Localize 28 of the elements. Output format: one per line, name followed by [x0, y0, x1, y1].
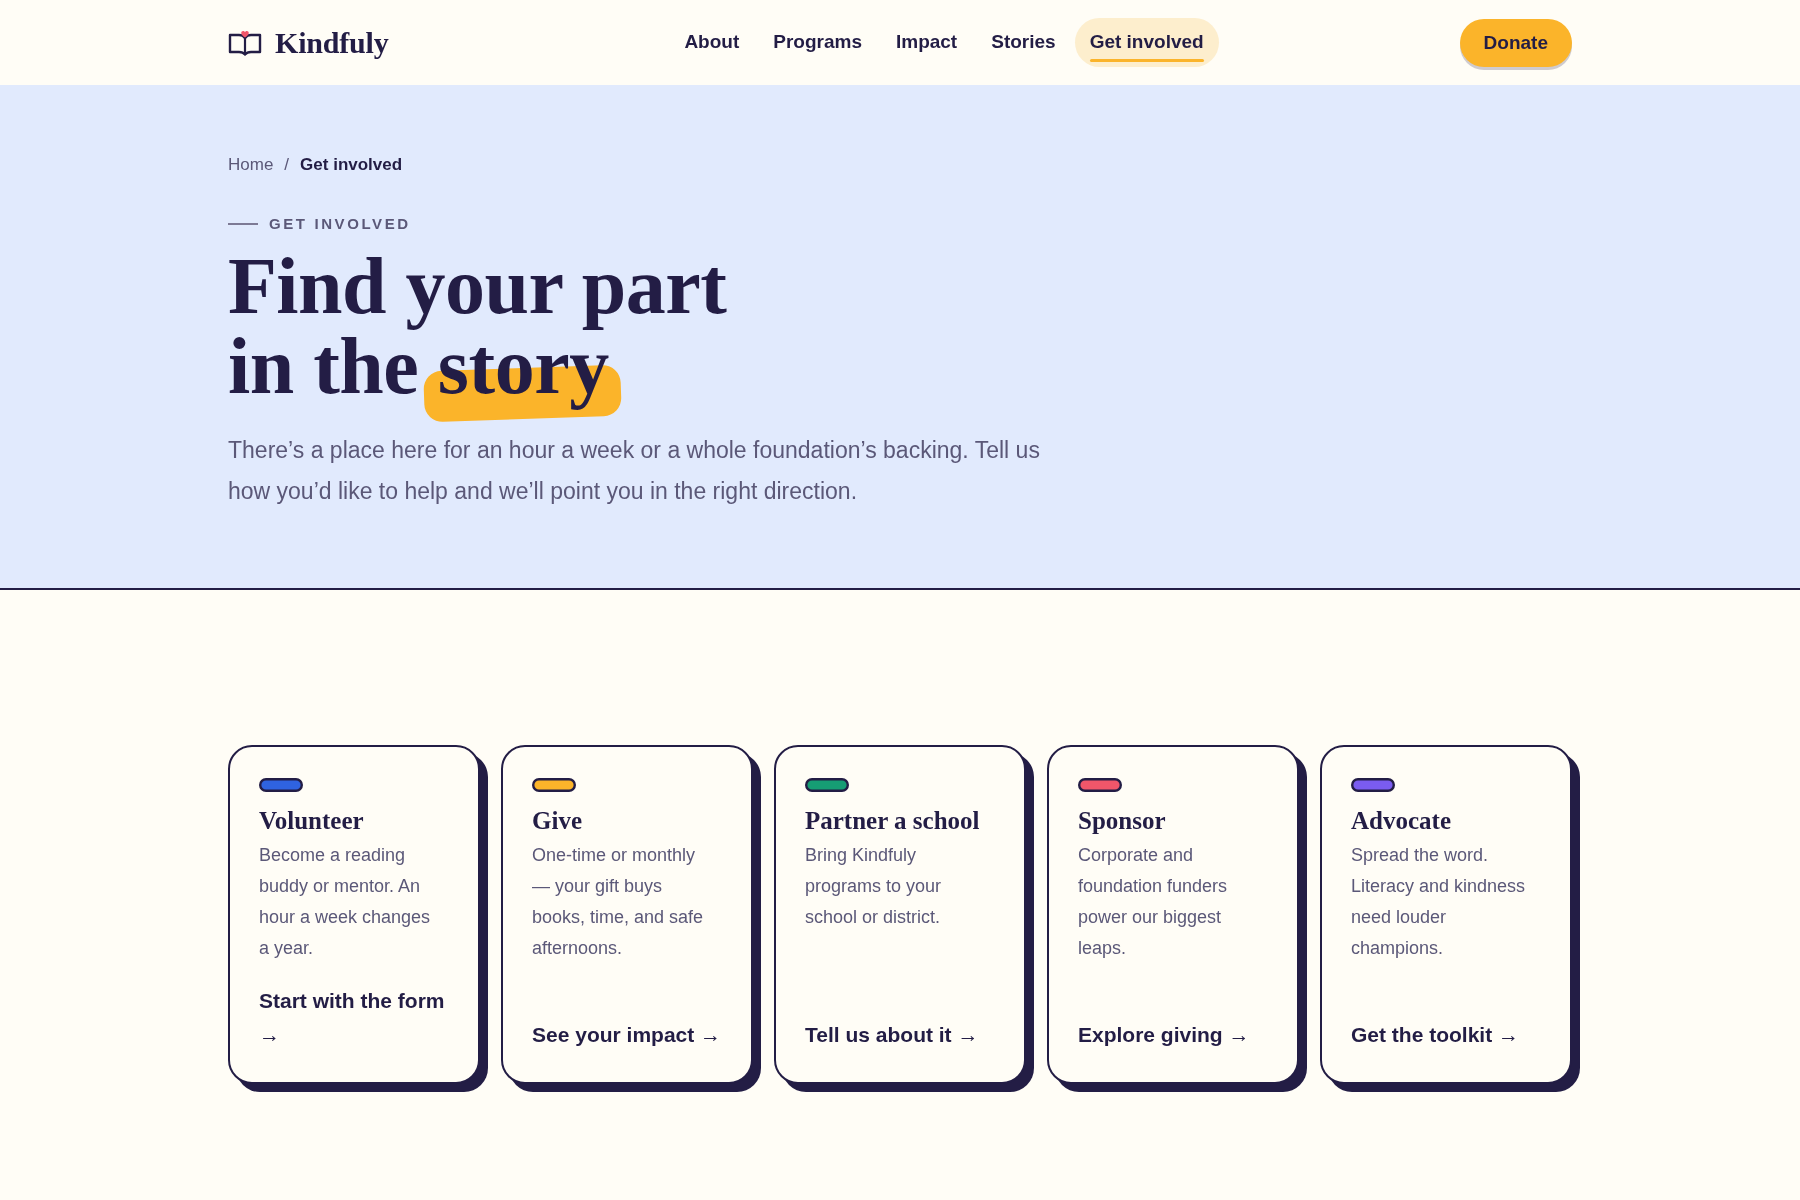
card-title: Sponsor	[1078, 806, 1167, 836]
breadcrumb-link[interactable]: Home	[228, 155, 274, 175]
current-page-label: Get involved	[300, 155, 403, 175]
nav-link[interactable]: Get involved	[1074, 18, 1219, 67]
donate-button[interactable]: Donate	[1459, 18, 1572, 67]
card-description: Bring Kindfuly programs to your school or district.	[805, 844, 943, 929]
nav-link[interactable]: Programs	[758, 18, 877, 67]
card-link[interactable]: Explore giving →	[1078, 998, 1273, 1052]
logo-wordmark[interactable]: Kindfuly	[275, 25, 389, 60]
card-description: Spread the word. Literacy and kindness need louder champions.	[1351, 844, 1527, 960]
card-link[interactable]: See your impact →	[532, 998, 727, 1052]
nav-link[interactable]: Stories	[976, 18, 1071, 67]
card-description: Corporate and foundation funders power our biggest leaps.	[1078, 844, 1229, 960]
card-title: Give	[532, 806, 583, 836]
card-title: Volunteer	[259, 806, 365, 836]
nav-link[interactable]: About	[669, 18, 755, 67]
intro-paragraph: There’s a place here for an hour a week or a whole foundation’s backing. Tell us how you’d like to help and we’ll point you in the right direction.	[228, 436, 1041, 506]
card-title: Advocate	[1351, 806, 1452, 836]
card-description: Become a reading buddy or mentor. An hour a week changes a year.	[259, 844, 432, 960]
card-link[interactable]: Tell us about it →	[805, 998, 1000, 1052]
breadcrumb-separator: /	[284, 155, 290, 175]
card-description: One-time or monthly — your gift buys books, time, and safe afternoons.	[532, 844, 705, 960]
card-link[interactable]: Get the toolkit →	[1351, 998, 1546, 1052]
card-link[interactable]: Start with the form →	[259, 964, 454, 1052]
eyebrow-label: GET INVOLVED	[269, 215, 411, 232]
card-title: Partner a school	[805, 806, 981, 836]
nav-link[interactable]: Impact	[880, 18, 973, 67]
book-heart-icon[interactable]	[228, 29, 262, 56]
